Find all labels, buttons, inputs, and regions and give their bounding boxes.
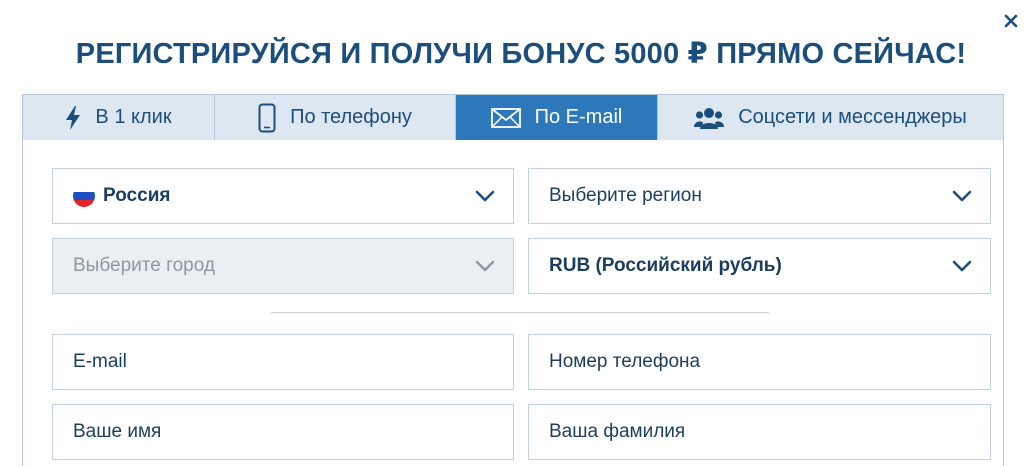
chevron-down-icon (475, 260, 495, 272)
phone-icon (258, 103, 276, 133)
country-value: Россия (103, 185, 171, 206)
registration-modal: РЕГИСТРИРУЙСЯ И ПОЛУЧИ БОНУС 5000 ₽ ПРЯМ… (0, 0, 1024, 466)
first-name-field-wrapper (52, 404, 514, 460)
currency-select[interactable]: RUB (Российский рубль) (528, 238, 991, 294)
city-select[interactable]: Выберите город (52, 238, 514, 294)
tab-email[interactable]: По E-mail (456, 95, 658, 140)
chevron-down-icon (952, 260, 972, 272)
region-select[interactable]: Выберите регион (528, 168, 991, 224)
currency-value: RUB (Российский рубль) (549, 255, 782, 276)
phone-field-wrapper (528, 334, 991, 390)
tab-label: По E-mail (534, 106, 623, 128)
last-name-field-wrapper (528, 404, 991, 460)
lightning-icon (65, 105, 81, 130)
divider (271, 312, 769, 313)
first-name-field[interactable] (73, 421, 513, 443)
users-icon (694, 107, 725, 129)
registration-tabs: В 1 клик По телефону По E-mail Соцсети и… (22, 94, 1004, 140)
country-select[interactable]: Россия (52, 168, 514, 224)
city-placeholder: Выберите город (73, 255, 215, 276)
tab-phone[interactable]: По телефону (215, 95, 456, 140)
chevron-down-icon (952, 190, 972, 202)
registration-form: Россия Выберите регион Выберите город RU… (22, 140, 1004, 466)
last-name-field[interactable] (549, 421, 990, 443)
envelope-icon (490, 107, 521, 128)
russia-flag-icon (73, 185, 95, 207)
close-button[interactable] (1002, 12, 1020, 30)
email-field[interactable] (73, 351, 513, 373)
region-placeholder: Выберите регион (549, 185, 702, 206)
page-title: РЕГИСТРИРУЙСЯ И ПОЛУЧИ БОНУС 5000 ₽ ПРЯМ… (75, 38, 967, 70)
tab-label: В 1 клик (95, 106, 172, 128)
close-icon (1004, 14, 1018, 28)
phone-field[interactable] (549, 351, 990, 373)
tab-one-click[interactable]: В 1 клик (23, 95, 215, 140)
tab-label: Соцсети и мессенджеры (738, 106, 967, 128)
chevron-down-icon (475, 190, 495, 202)
tab-social[interactable]: Соцсети и мессенджеры (658, 95, 1003, 140)
email-field-wrapper (52, 334, 514, 390)
tab-label: По телефону (290, 106, 412, 128)
